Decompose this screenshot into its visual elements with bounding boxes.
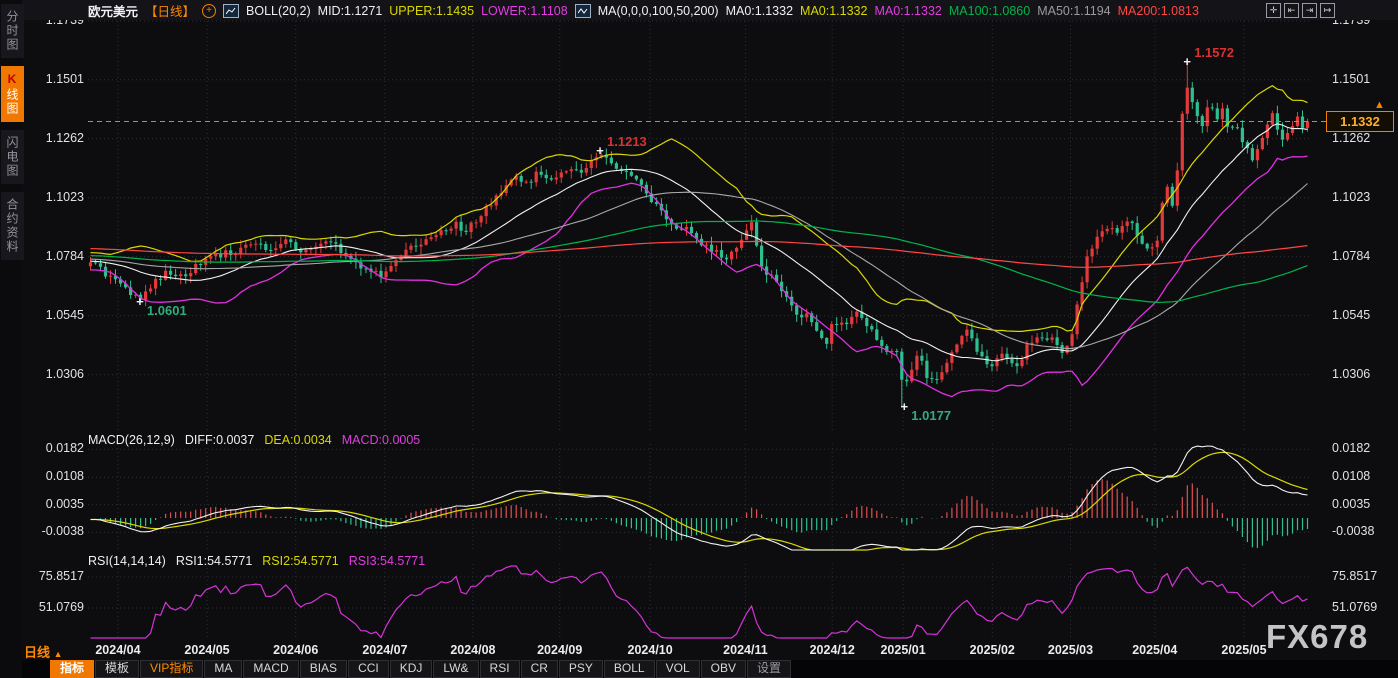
rsi2-value: RSI2:54.5771	[262, 554, 338, 568]
scroll-left-icon[interactable]: ⇤	[1284, 3, 1299, 18]
toolbar-button-macd[interactable]: MACD	[243, 660, 298, 678]
toolbar-button-cci[interactable]: CCI	[348, 660, 389, 678]
macd-macd-value: MACD:0.0005	[342, 433, 421, 447]
chart-type-sidebar: 分时图 K线图闪电图合约资料	[0, 0, 22, 678]
period-selector[interactable]: 日线 ▲	[24, 642, 63, 661]
symbol-name: 欧元美元	[88, 1, 138, 20]
circle-plus-icon[interactable]: +	[202, 4, 216, 18]
pan-right-icon[interactable]: ↦	[1320, 3, 1335, 18]
tab-time-chart[interactable]: 分时图	[1, 4, 24, 58]
indicator-toolbar: 指标模板VIP指标MAMACDBIASCCIKDJLW&RSICRPSYBOLL…	[22, 660, 1398, 678]
ma-value: MA0:1.1332	[874, 4, 941, 18]
ma-value: MA0:1.1332	[726, 4, 793, 18]
watermark: FX678	[1266, 618, 1368, 656]
scroll-right-icon[interactable]: ⇥	[1302, 3, 1317, 18]
rsi-pane-header: RSI(14,14,14) RSI1:54.5771 RSI2:54.5771 …	[88, 554, 425, 568]
boll-label: BOLL(20,2)	[246, 4, 311, 18]
toolbar-button-obv[interactable]: OBV	[701, 660, 746, 678]
toolbar-button-指标[interactable]: 指标	[50, 660, 94, 678]
macd-dea-value: DEA:0.0034	[264, 433, 331, 447]
toolbar-button-vip指标[interactable]: VIP指标	[140, 660, 203, 678]
ma-value: MA200:1.0813	[1118, 4, 1199, 18]
ma-value: MA0:1.1332	[800, 4, 867, 18]
current-price-box: 1.1332	[1326, 111, 1394, 132]
boll-chart-icon[interactable]	[223, 4, 239, 18]
period-caret-icon: ▲	[54, 649, 63, 659]
toolbar-button-rsi[interactable]: RSI	[480, 660, 520, 678]
macd-diff-value: DIFF:0.0037	[185, 433, 254, 447]
tab-contract-info[interactable]: 合约资料	[1, 192, 24, 260]
toolbar-button-ma[interactable]: MA	[204, 660, 242, 678]
boll-lower: LOWER:1.1108	[481, 4, 568, 18]
chart-legend: 欧元美元 【日线】 + BOLL(20,2) MID:1.1271 UPPER:…	[88, 2, 1206, 19]
boll-mid: MID:1.1271	[318, 4, 383, 18]
toolbar-button-bias[interactable]: BIAS	[300, 660, 347, 678]
chart-toolbar-icons: ✛⇤⇥↦	[1266, 3, 1335, 18]
ma-values: MA0:1.1332 MA0:1.1332 MA0:1.1332 MA100:1.08…	[726, 4, 1206, 18]
chart-canvas[interactable]	[0, 0, 1398, 678]
rsi3-value: RSI3:54.5771	[349, 554, 425, 568]
toolbar-button-模板[interactable]: 模板	[95, 660, 139, 678]
fx678-kline-app: 分时图 K线图闪电图合约资料 欧元美元 【日线】 + BOLL(20,2) MID…	[0, 0, 1398, 678]
toolbar-button-lw&[interactable]: LW&	[433, 660, 478, 678]
tab-kline-chart[interactable]: K线图	[1, 66, 24, 122]
ma-chart-icon[interactable]	[575, 4, 591, 18]
ma-value: MA50:1.1194	[1037, 4, 1110, 18]
tab-flash-chart[interactable]: 闪电图	[1, 130, 24, 184]
toolbar-button-psy[interactable]: PSY	[559, 660, 603, 678]
rsi1-value: RSI1:54.5771	[176, 554, 252, 568]
rsi-title: RSI(14,14,14)	[88, 554, 166, 568]
period-label: 日线	[24, 645, 50, 660]
ma-label: MA(0,0,0,100,50,200)	[598, 4, 719, 18]
toolbar-button-vol[interactable]: VOL	[656, 660, 700, 678]
price-up-arrow-icon: ▲	[1374, 99, 1385, 111]
ma-value: MA100:1.0860	[949, 4, 1030, 18]
boll-upper: UPPER:1.1435	[389, 4, 474, 18]
crosshair-icon[interactable]: ✛	[1266, 3, 1281, 18]
macd-pane-header: MACD(26,12,9) DIFF:0.0037 DEA:0.0034 MAC…	[88, 433, 420, 447]
toolbar-button-cr[interactable]: CR	[521, 660, 558, 678]
toolbar-button-kdj[interactable]: KDJ	[390, 660, 433, 678]
toolbar-button-设置[interactable]: 设置	[747, 660, 791, 678]
macd-title: MACD(26,12,9)	[88, 433, 175, 447]
period-tag[interactable]: 【日线】	[145, 1, 195, 20]
toolbar-button-boll[interactable]: BOLL	[604, 660, 655, 678]
